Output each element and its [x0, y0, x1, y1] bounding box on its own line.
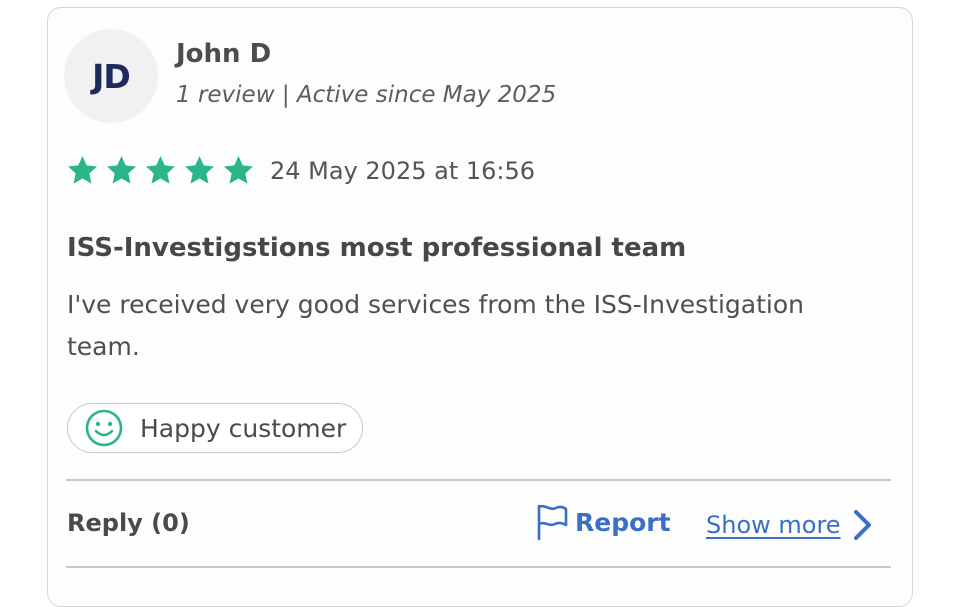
star-icon	[146, 156, 175, 184]
review-date: 24 May 2025 at 16:56	[270, 157, 536, 185]
review-title: ISS-Investigstions most professional tea…	[67, 233, 687, 263]
author-name[interactable]: John D	[176, 39, 271, 69]
show-more-label: Show more	[706, 511, 841, 539]
divider	[66, 479, 891, 481]
star-rating	[66, 154, 255, 187]
badge-label: Happy customer	[140, 413, 347, 443]
show-more-link[interactable]: Show more	[706, 509, 873, 541]
star-icon	[68, 156, 97, 184]
smiley-icon	[85, 409, 123, 447]
flag-icon	[537, 504, 568, 541]
reply-toggle[interactable]: Reply (0)	[67, 509, 190, 537]
star-icon	[224, 156, 253, 184]
chevron-right-icon	[853, 510, 871, 540]
author-meta: 1 review | Active since May 2025	[176, 82, 557, 108]
star-icon	[185, 156, 214, 184]
star-icon	[107, 156, 136, 184]
avatar-initials: JD	[92, 56, 131, 96]
review-body: I've received very good services from th…	[67, 290, 805, 361]
avatar: JD	[64, 29, 158, 123]
divider	[66, 566, 891, 568]
happy-customer-badge: Happy customer	[67, 403, 364, 453]
report-label: Report	[575, 507, 671, 537]
report-button[interactable]: Report	[535, 503, 671, 541]
